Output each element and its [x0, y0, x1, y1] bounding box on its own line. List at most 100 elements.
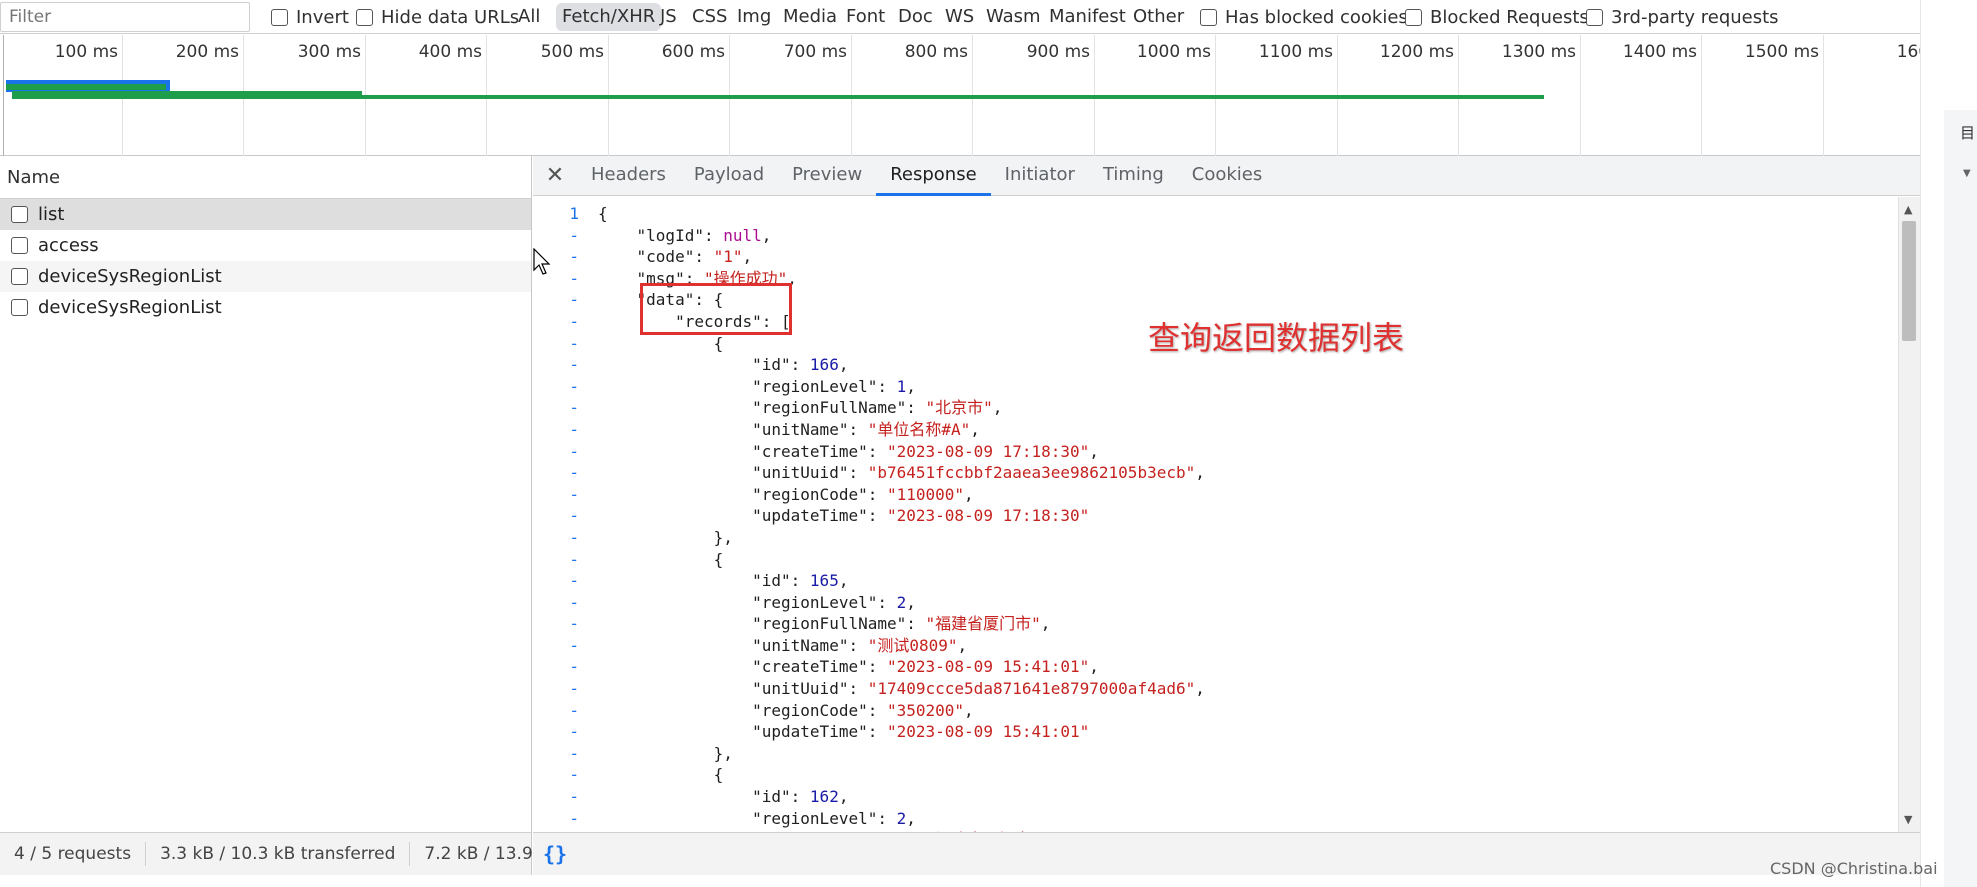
request-name: access	[38, 235, 99, 256]
code-token: "createTime"	[598, 441, 868, 461]
tab-payload[interactable]: Payload	[680, 156, 778, 196]
timeline-tick-label: 1500 ms	[1744, 42, 1819, 62]
code-token: ,	[742, 247, 753, 267]
filter-type-other[interactable]: Other	[1133, 0, 1184, 34]
response-scrollbar[interactable]: ▲ ▼	[1898, 197, 1920, 832]
line-number: -	[569, 614, 579, 634]
code-token: :	[848, 419, 868, 439]
third-party-label: 3rd-party requests	[1611, 6, 1779, 28]
code-token: 162	[809, 787, 839, 807]
filter-type-media[interactable]: Media	[783, 0, 837, 34]
blocked-requests-checkbox-box[interactable]	[1405, 8, 1422, 26]
tab-timing[interactable]: Timing	[1089, 156, 1178, 196]
blocked-requests-checkbox[interactable]: Blocked Requests	[1405, 0, 1589, 34]
timeline-tick-label: 300 ms	[297, 42, 361, 62]
code-token: "17409ccce5da871641e8797000af4ad6"	[867, 679, 1196, 699]
line-number: -	[569, 527, 579, 547]
code-token: ,	[761, 225, 772, 245]
third-party-checkbox[interactable]: 3rd-party requests	[1586, 0, 1779, 34]
code-token: :	[877, 592, 897, 612]
code-token: ,	[957, 635, 968, 655]
scroll-up-icon[interactable]: ▲	[1904, 203, 1912, 216]
code-token: 165	[809, 571, 839, 591]
line-number-gutter: 1-----------------------------	[533, 203, 585, 832]
code-line: "regionLevel": 1,	[598, 376, 1205, 398]
has-blocked-cookies-checkbox[interactable]: Has blocked cookies	[1200, 0, 1408, 34]
code-token: "福建省厦门市"	[925, 614, 1041, 634]
hide-data-urls-checkbox[interactable]: Hide data URLs	[356, 0, 519, 34]
tab-headers[interactable]: Headers	[577, 156, 680, 196]
close-icon[interactable]: ✕	[533, 163, 577, 188]
code-line: {	[598, 203, 1205, 225]
filter-type-ws[interactable]: WS	[945, 0, 974, 34]
invert-checkbox-box[interactable]	[271, 8, 288, 26]
code-token: ,	[838, 787, 849, 807]
timeline-start-line	[3, 35, 4, 156]
tab-preview[interactable]: Preview	[778, 156, 876, 196]
tab-cookies[interactable]: Cookies	[1178, 156, 1276, 196]
timeline-gridline	[1701, 35, 1702, 156]
third-party-checkbox-box[interactable]	[1586, 8, 1603, 26]
request-row[interactable]: deviceSysRegionList	[0, 261, 531, 292]
hide-data-urls-checkbox-box[interactable]	[356, 8, 373, 26]
watermark: CSDN @Christina.bai	[1770, 859, 1938, 878]
code-token: :	[790, 355, 810, 375]
timeline-tick-label: 400 ms	[418, 42, 482, 62]
code-token: :	[867, 484, 887, 504]
filter-type-img[interactable]: Img	[737, 0, 771, 34]
request-row-checkbox[interactable]	[11, 237, 28, 254]
pretty-print-icon[interactable]: {}	[543, 842, 567, 866]
code-token: "单位名称#A"	[867, 419, 971, 439]
request-row[interactable]: list	[0, 199, 531, 230]
code-token: },	[598, 743, 733, 763]
tab-response[interactable]: Response	[876, 156, 991, 196]
request-row[interactable]: deviceSysRegionList	[0, 292, 531, 323]
filter-type-all[interactable]: All	[518, 0, 540, 34]
line-number: -	[569, 700, 579, 720]
filter-type-manifest[interactable]: Manifest	[1049, 0, 1126, 34]
scroll-down-icon[interactable]: ▼	[1904, 813, 1912, 826]
transferred-size: 3.3 kB / 10.3 kB transferred	[146, 842, 411, 866]
scrollbar-thumb[interactable]	[1902, 221, 1916, 341]
code-line: "regionLevel": 2,	[598, 808, 1205, 830]
code-line: {	[598, 549, 1205, 571]
filter-type-fetch-xhr[interactable]: Fetch/XHR	[556, 3, 662, 31]
line-number: -	[569, 333, 579, 353]
line-number: -	[569, 679, 579, 699]
code-token: :	[867, 657, 887, 677]
filter-type-wasm[interactable]: Wasm	[986, 0, 1041, 34]
code-token: "regionCode"	[598, 484, 868, 504]
filter-toolbar: Invert Hide data URLs All Fetch/XHR JS C…	[0, 0, 1920, 34]
code-token: "id"	[598, 355, 791, 375]
triangle-down-icon[interactable]: ▼	[1963, 168, 1971, 179]
filter-type-css[interactable]: CSS	[692, 0, 727, 34]
timeline-tick-label: 1000 ms	[1136, 42, 1211, 62]
tab-initiator[interactable]: Initiator	[991, 156, 1089, 196]
name-column-header[interactable]: Name	[0, 156, 531, 199]
code-token: "测试0809"	[867, 635, 958, 655]
request-row-checkbox[interactable]	[11, 206, 28, 223]
filter-type-doc[interactable]: Doc	[898, 0, 933, 34]
request-list-panel: Name list access deviceSysRegionList dev…	[0, 156, 532, 832]
invert-checkbox[interactable]: Invert	[271, 0, 349, 34]
request-row-checkbox[interactable]	[11, 299, 28, 316]
timeline-tick-label: 1300 ms	[1501, 42, 1576, 62]
code-line: },	[598, 527, 1205, 549]
code-line: "regionLevel": 2,	[598, 592, 1205, 614]
request-count: 4 / 5 requests	[0, 842, 147, 866]
timeline-tick-label: 200 ms	[175, 42, 239, 62]
code-token: ,	[1089, 657, 1099, 677]
filter-type-font[interactable]: Font	[846, 0, 885, 34]
timeline-overview[interactable]: 100 ms 200 ms 300 ms 400 ms 500 ms 600 ms 700 …	[0, 35, 1945, 156]
has-blocked-cookies-checkbox-box[interactable]	[1200, 8, 1217, 26]
line-number: -	[569, 398, 579, 418]
code-line: "updateTime": "2023-08-09 15:41:01"	[598, 721, 1205, 743]
filter-input[interactable]	[0, 2, 250, 32]
line-number: -	[569, 592, 579, 612]
code-line: "updateTime": "2023-08-09 17:18:30"	[598, 505, 1205, 527]
request-row[interactable]: access	[0, 230, 531, 261]
code-line: "id": 165,	[598, 570, 1205, 592]
filter-type-js[interactable]: JS	[660, 0, 677, 34]
sidebar-edge-label: 目	[1960, 124, 1976, 142]
request-row-checkbox[interactable]	[11, 268, 28, 285]
